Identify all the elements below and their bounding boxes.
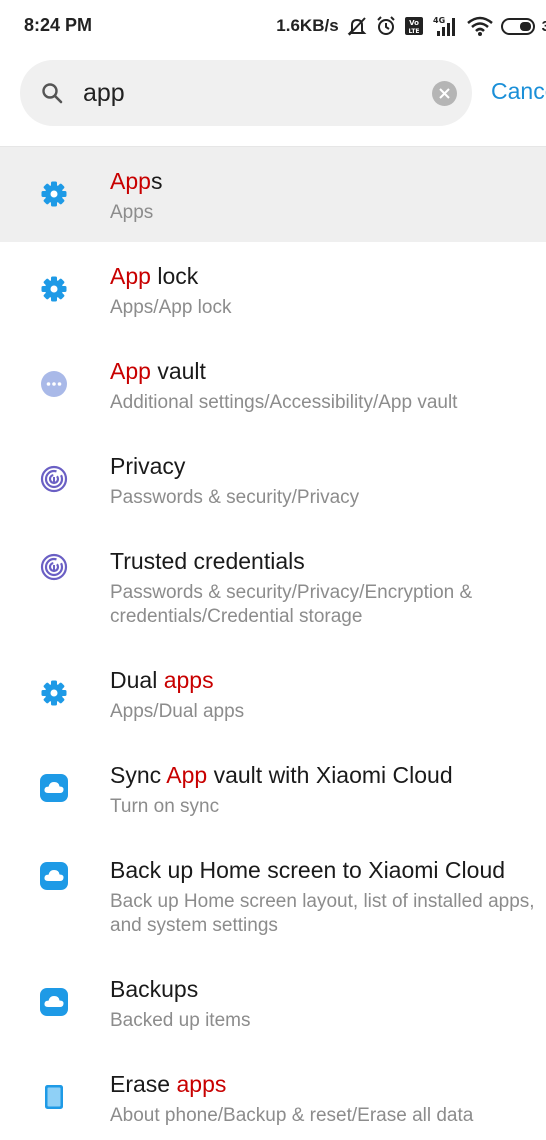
result-item[interactable]: Sync App vault with Xiaomi Cloud Turn on …	[0, 741, 546, 836]
result-title-match: App	[110, 358, 151, 384]
result-title-text: Privacy	[110, 453, 186, 479]
result-title: App lock	[110, 263, 198, 290]
result-subtitle: Turn on sync	[110, 796, 220, 817]
gear-icon	[40, 180, 68, 208]
cancel-button[interactable]: Cancel	[491, 78, 546, 105]
signal-4g-icon: 4G	[433, 16, 455, 36]
wifi-icon	[466, 16, 493, 36]
result-subtitle: Backed up items	[110, 1010, 251, 1031]
volte-icon: Vo LTE	[404, 17, 423, 35]
result-item[interactable]: App lock Apps/App lock	[0, 242, 546, 337]
result-title-text: Trusted credentials	[110, 548, 305, 574]
more-dots-icon	[40, 370, 68, 398]
result-subtitle: About phone/Backup & reset/Erase all dat…	[110, 1105, 474, 1126]
result-subtitle: Passwords & security/Privacy/Encryption …	[110, 582, 473, 627]
search-results: Apps Apps App lock Apps/App lock App vault…	[0, 147, 546, 1140]
result-title: Privacy	[110, 453, 185, 480]
result-title: Apps	[110, 168, 162, 195]
mute-alert-icon	[347, 17, 367, 36]
result-subtitle: Apps/App lock	[110, 297, 232, 318]
svg-text:Vo: Vo	[409, 19, 419, 27]
result-subtitle: Passwords & security/Privacy	[110, 487, 360, 508]
result-title: Trusted credentials	[110, 548, 305, 575]
search-icon	[42, 83, 63, 104]
result-item[interactable]: Dual apps Apps/Dual apps	[0, 646, 546, 741]
result-title-text: s	[150, 168, 163, 194]
alarm-icon	[376, 16, 395, 35]
network-speed: 1.6KB/s	[276, 16, 339, 35]
search-bar	[20, 60, 472, 126]
result-title-text: Sync	[110, 762, 167, 788]
result-item[interactable]: Erase apps About phone/Backup & reset/Era…	[0, 1050, 546, 1140]
result-title-match: apps	[163, 667, 214, 693]
result-title-text: lock	[150, 263, 199, 289]
result-title: Erase apps	[110, 1071, 226, 1098]
result-title-match: App	[110, 263, 151, 289]
result-subtitle: Apps	[110, 202, 154, 223]
fingerprint-icon	[40, 553, 68, 581]
result-title: Sync App vault with Xiaomi Cloud	[110, 762, 453, 789]
gear-icon	[40, 679, 68, 707]
phone-icon	[40, 1083, 68, 1111]
result-item[interactable]: Back up Home screen to Xiaomi Cloud Back …	[0, 836, 546, 955]
result-item[interactable]: App vault Additional settings/Accessibili…	[0, 337, 546, 432]
result-item[interactable]: Privacy Passwords & security/Privacy	[0, 432, 546, 527]
result-title-text: Erase	[110, 1071, 177, 1097]
result-title-match: apps	[176, 1071, 227, 1097]
result-title: Dual apps	[110, 667, 214, 694]
battery-icon	[500, 17, 535, 35]
status-bar: 8:24 PM 1.6KB/s Vo LTE 4G 3	[0, 0, 546, 52]
svg-text:4G: 4G	[433, 16, 445, 25]
result-title: Back up Home screen to Xiaomi Cloud	[110, 857, 505, 884]
result-title-text: Back up Home screen to Xiaomi Cloud	[110, 857, 506, 883]
svg-text:LTE: LTE	[408, 28, 419, 35]
status-time: 8:24 PM	[24, 15, 93, 35]
result-title-text: Dual	[110, 667, 164, 693]
result-subtitle: Back up Home screen layout, list of inst…	[110, 891, 535, 936]
result-item[interactable]: Apps Apps	[0, 147, 546, 242]
gear-icon	[40, 275, 68, 303]
result-title-text: Backups	[110, 976, 199, 1002]
result-title-text: vault	[150, 358, 206, 384]
search-input[interactable]	[83, 73, 423, 113]
cloud-icon	[40, 774, 68, 802]
clear-icon[interactable]	[432, 81, 457, 106]
cloud-icon	[40, 988, 68, 1016]
battery-percent: 3	[541, 17, 546, 35]
result-item[interactable]: Trusted credentials Passwords & security/…	[0, 527, 546, 646]
result-title-match: App	[110, 168, 151, 194]
result-item[interactable]: Backups Backed up items	[0, 955, 546, 1050]
result-title: App vault	[110, 358, 206, 385]
result-title: Backups	[110, 976, 198, 1003]
cloud-icon	[40, 862, 68, 890]
result-subtitle: Additional settings/Accessibility/App va…	[110, 392, 458, 413]
fingerprint-icon	[40, 465, 68, 493]
status-icons: 1.6KB/s Vo LTE 4G 3	[276, 12, 546, 40]
result-subtitle: Apps/Dual apps	[110, 701, 245, 722]
result-title-match: App	[166, 762, 208, 788]
result-title-text: vault with Xiaomi Cloud	[207, 762, 453, 788]
